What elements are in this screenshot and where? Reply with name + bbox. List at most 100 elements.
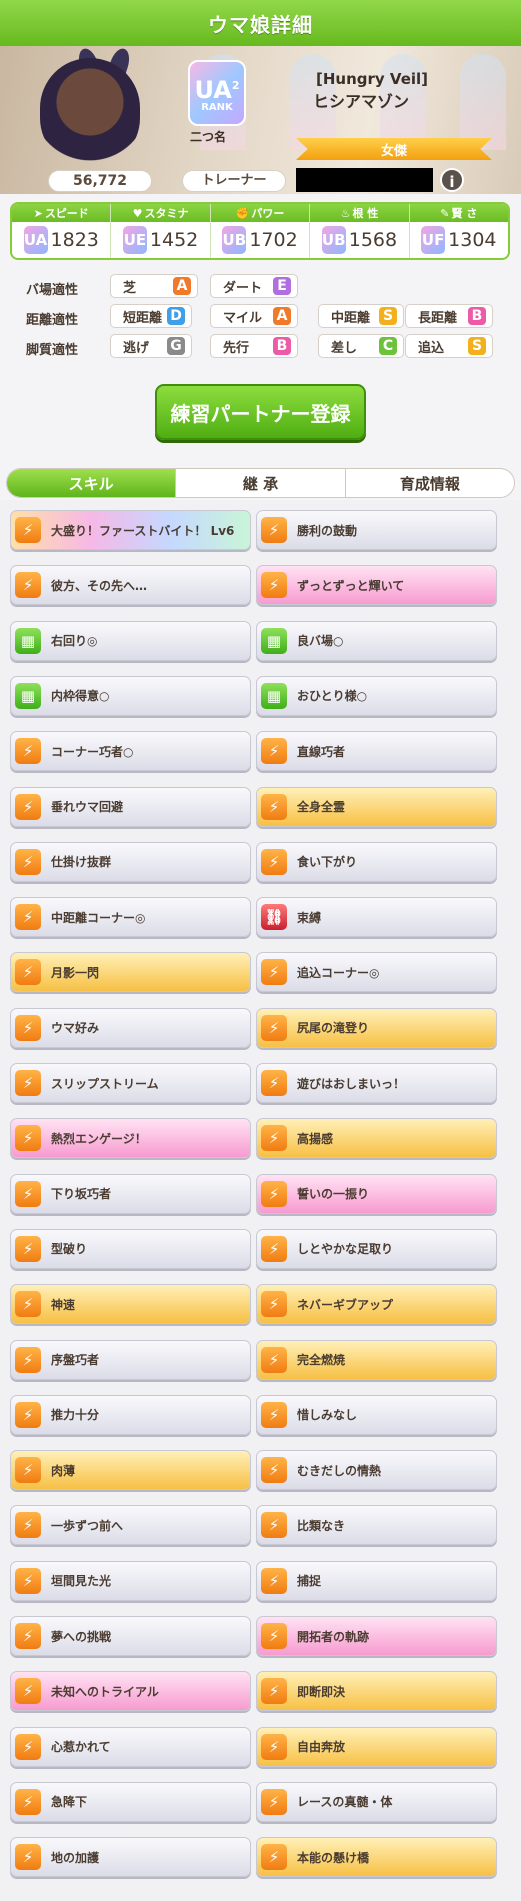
skill-item[interactable]: ⚡ 完全燃焼 xyxy=(256,1339,497,1380)
aptitude-name: ダート xyxy=(223,280,263,296)
skill-item[interactable]: ⚡ 熱烈エンゲージ！ xyxy=(10,1118,251,1159)
aptitude-row: 脚質適性 逃げ G 先行 B 差し C 追込 S xyxy=(0,334,521,360)
stat-header: ✎ 賢 さ xyxy=(409,204,508,222)
skill-orange-icon: ⚡ xyxy=(261,1512,287,1539)
skill-name: スリップストリーム xyxy=(51,1076,159,1091)
skill-item[interactable]: ⚡ 未知へのトライアル xyxy=(10,1671,251,1712)
aptitude-grade: B xyxy=(468,307,486,325)
skill-name: 月影一閃 xyxy=(51,965,100,980)
aptitude-cell: 中距離 S xyxy=(318,304,404,328)
skill-item[interactable]: ▦ おひとり様○ xyxy=(256,675,497,716)
uma-detail-screen: ウマ娘詳細 UA2 RANK 二つ名 [Hungry Veil] ヒシアマゾン … xyxy=(0,0,521,1901)
skill-item[interactable]: ⚡ 勝利の鼓動 xyxy=(256,510,497,550)
tab-inheritance[interactable]: 継 承 xyxy=(176,469,346,497)
epithet-label[interactable]: 二つ名 xyxy=(190,128,226,145)
skill-orange-icon: ⚡ xyxy=(261,1180,287,1207)
skill-item[interactable]: ⚡ 食い下がり xyxy=(256,841,497,882)
skill-item[interactable]: ⚡ 比類なき xyxy=(256,1505,497,1546)
page-title: ウマ娘詳細 xyxy=(208,12,313,37)
skill-item[interactable]: ⚡ 夢への挑戦 xyxy=(10,1616,251,1656)
skill-item[interactable]: ⚡ むきだしの情熱 xyxy=(256,1450,497,1491)
character-portrait[interactable] xyxy=(40,58,140,168)
skill-item[interactable]: ⚡ 中距離コーナー◎ xyxy=(10,897,251,938)
skill-item[interactable]: ⚡ ずっとずっと輝いて xyxy=(256,565,497,606)
skill-item[interactable]: ⚡ 肉薄 xyxy=(10,1450,251,1491)
skill-item[interactable]: ⚡ コーナー巧者○ xyxy=(10,731,251,772)
skill-item[interactable]: ⚡ 尻尾の滝登り xyxy=(256,1007,497,1048)
skill-orange-icon: ⚡ xyxy=(261,1235,287,1262)
skill-item[interactable]: ⚡ 型破り xyxy=(10,1228,251,1269)
skill-name: 肉薄 xyxy=(51,1463,76,1478)
skill-item[interactable]: ⚡ 遊びはおしまいっ！ xyxy=(256,1063,497,1103)
skill-item[interactable]: ⚡ 本能の懸け橋 xyxy=(256,1837,497,1878)
skill-item[interactable]: ⚡ 神速 xyxy=(10,1284,251,1325)
skill-name: 捕捉 xyxy=(297,1574,322,1589)
skill-name: 勝利の鼓動 xyxy=(297,523,358,538)
skill-item[interactable]: ⚡ 大盛り！ファーストバイト！ Lv6 xyxy=(10,510,251,550)
skill-item[interactable]: ⚡ 誓いの一振り xyxy=(256,1173,497,1214)
aptitude-name: 差し xyxy=(331,340,358,356)
skill-name: 地の加護 xyxy=(51,1850,100,1865)
skill-name: 垣間見た光 xyxy=(51,1574,112,1589)
stat-grade-badge: UF xyxy=(421,226,446,254)
skill-name: 序盤巧者 xyxy=(51,1353,100,1367)
stat-grade: UF xyxy=(421,231,445,249)
skill-item[interactable]: ⚡ ウマ好み xyxy=(10,1007,251,1048)
skill-item[interactable]: ⚡ 推力十分 xyxy=(10,1394,251,1435)
skill-item[interactable]: ⚡ 心惹かれて xyxy=(10,1726,251,1767)
aptitude-cell: ダート E xyxy=(210,274,298,298)
skill-item[interactable]: ▦ 右回り◎ xyxy=(10,620,251,661)
skill-name: 尻尾の滝登り xyxy=(297,1021,370,1036)
skill-item[interactable]: ⚡ 彼方、その先へ… xyxy=(10,565,251,606)
skill-item[interactable]: ⚡ 直線巧者 xyxy=(256,731,497,772)
skill-item[interactable]: ⚡ 捕捉 xyxy=(256,1560,497,1601)
skill-list: ⚡ 大盛り！ファーストバイト！ Lv6 ⚡ 勝利の鼓動 ⚡ 彼方、その先へ… ⚡ ずっとずっと… xyxy=(0,500,521,1901)
skill-item[interactable]: ⚡ 垣間見た光 xyxy=(10,1560,251,1601)
aptitude-cell: マイル A xyxy=(210,304,298,328)
skill-name: 急降下 xyxy=(51,1795,88,1810)
skill-item[interactable]: ⚡ 下り坂巧者 xyxy=(10,1173,251,1214)
skill-item[interactable]: ⚡ 高揚感 xyxy=(256,1118,497,1159)
skill-item[interactable]: ⚡ 追込コーナー◎ xyxy=(256,952,497,993)
skill-item[interactable]: ⚡ 序盤巧者 xyxy=(10,1339,251,1380)
tab-training-info[interactable]: 育成情報 xyxy=(346,469,514,497)
skill-orange-icon: ⚡ xyxy=(261,1678,287,1705)
skill-item[interactable]: ⚡ 自由奔放 xyxy=(256,1726,497,1767)
title-ribbon[interactable]: 女傑 xyxy=(296,138,492,160)
skill-item[interactable]: ⚡ ネバーギブアップ xyxy=(256,1284,497,1325)
skill-item[interactable]: ⚡ スリップストリーム xyxy=(10,1063,251,1103)
rank-letter: UA xyxy=(194,75,232,104)
skill-item[interactable]: ⚡ 仕掛け抜群 xyxy=(10,841,251,882)
tab-skills[interactable]: スキル xyxy=(7,469,177,497)
skill-item[interactable]: ⚡ 地の加護 xyxy=(10,1837,251,1878)
stat-header: ➤ スピード xyxy=(12,204,111,222)
skill-item[interactable]: ▦ 良バ場○ xyxy=(256,620,497,661)
skill-name: 高揚感 xyxy=(297,1131,334,1146)
skill-name: 右回り◎ xyxy=(51,634,98,649)
aptitude-row: 距離適性 短距離 D マイル A 中距離 S 長距離 B xyxy=(0,304,521,330)
skill-item[interactable]: ⚡ 開拓者の軌跡 xyxy=(256,1616,497,1656)
skill-item[interactable]: ⚡ 即断即決 xyxy=(256,1671,497,1712)
info-button[interactable]: i xyxy=(440,168,464,192)
heart-icon: ♥ xyxy=(132,206,143,220)
skill-item[interactable]: ⚡ 垂れウマ回避 xyxy=(10,786,251,827)
skill-item[interactable]: ⚡ レースの真髄・体 xyxy=(256,1781,497,1822)
skill-item[interactable]: ⚡ 惜しみなし xyxy=(256,1394,497,1435)
skill-orange-icon: ⚡ xyxy=(15,1788,41,1815)
aptitude-name: 中距離 xyxy=(331,310,371,326)
fan-count: 56,772 xyxy=(48,170,152,192)
skill-item[interactable]: ⚡ 一歩ずつ前へ xyxy=(10,1505,251,1546)
skill-item[interactable]: ⚡ しとやかな足取り xyxy=(256,1228,497,1269)
skill-name: ウマ好み xyxy=(51,1021,100,1036)
trainer-label: トレーナー xyxy=(182,170,286,192)
training-partner-register-button[interactable]: 練習パートナー登録 xyxy=(155,384,366,440)
skill-item[interactable]: ⚡ 月影一閃 xyxy=(10,952,251,993)
skill-orange-icon: ⚡ xyxy=(15,1401,41,1428)
skill-item[interactable]: ⚡ 全身全霊 xyxy=(256,786,497,827)
skill-name: 比類なき xyxy=(297,1518,346,1533)
skill-item[interactable]: ▦ 内枠得意○ xyxy=(10,675,251,716)
skill-item[interactable]: ⛓ 束縛 xyxy=(256,897,497,938)
skill-name: 仕掛け抜群 xyxy=(51,855,112,870)
aptitude-name: 芝 xyxy=(123,280,137,296)
skill-item[interactable]: ⚡ 急降下 xyxy=(10,1781,251,1822)
